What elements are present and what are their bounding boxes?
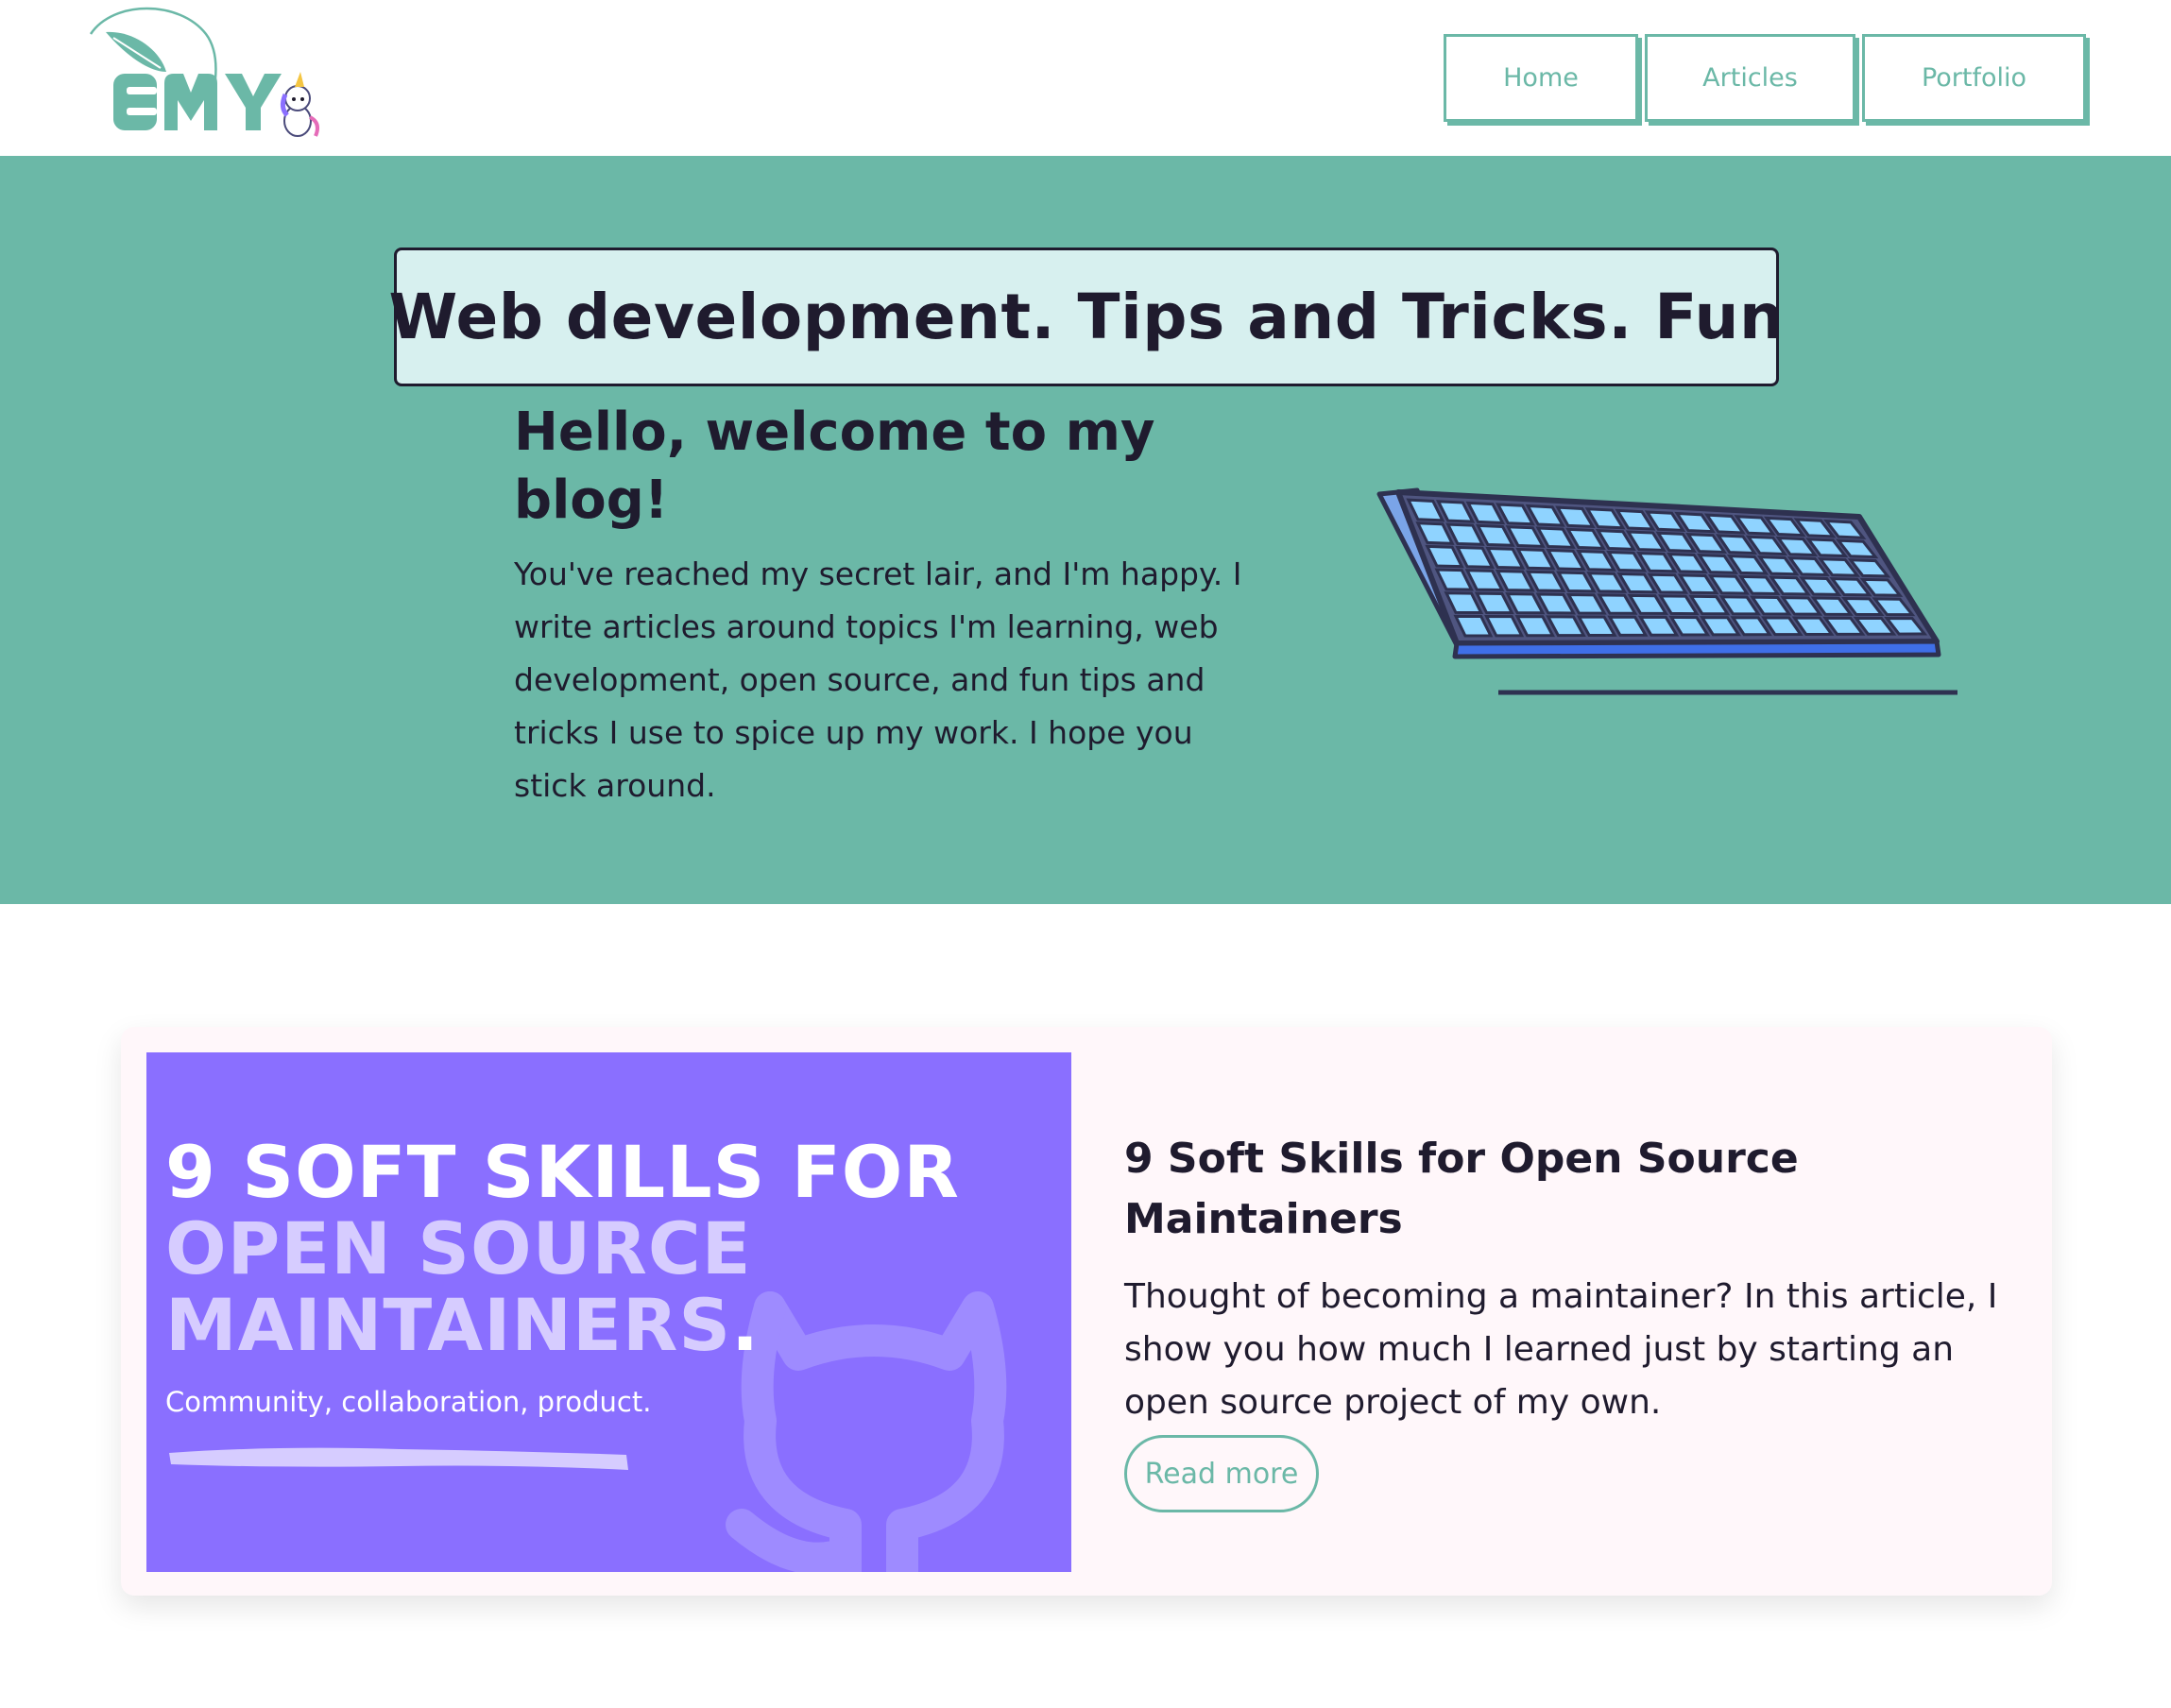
read-more-button[interactable]: Read more bbox=[1124, 1435, 1319, 1512]
keyboard-illustration bbox=[1376, 487, 1957, 695]
cover-headline-line-3: MAINTAINERS. bbox=[165, 1288, 760, 1363]
tagline: Web development. Tips and Tricks. Fun bbox=[388, 281, 1785, 353]
cover-headline-line-1: 9 SOFT SKILLS FOR bbox=[165, 1130, 960, 1214]
hero-intro: You've reached my secret lair, and I'm h… bbox=[514, 555, 1242, 804]
brush-stroke-decoration bbox=[169, 1447, 628, 1470]
cover-headline-line-2: OPEN SOURCE bbox=[165, 1206, 752, 1290]
article-excerpt: Thought of becoming a maintainer? In thi… bbox=[1124, 1277, 1998, 1422]
article-title[interactable]: 9 Soft Skills for Open Source Maintainer… bbox=[1124, 1129, 1974, 1250]
hero-title: Hello, welcome to my blog! bbox=[514, 401, 1155, 531]
cover-subtitle: Community, collaboration, product. bbox=[165, 1386, 652, 1418]
nav-portfolio-button[interactable]: Portfolio bbox=[1862, 34, 2086, 122]
nav-home-button[interactable]: Home bbox=[1444, 34, 1638, 122]
nav-articles-button[interactable]: Articles bbox=[1645, 34, 1855, 122]
tagline-box: Web development. Tips and Tricks. Fun bbox=[389, 248, 1784, 386]
article-card: 9 SOFT SKILLS FOR OPEN SOURCE MAINTAINER… bbox=[121, 1027, 2052, 1596]
emy-logo[interactable] bbox=[85, 6, 340, 147]
cover-headline-text: MAINTAINERS bbox=[165, 1283, 732, 1367]
site-header: Home Articles Portfolio bbox=[0, 0, 2171, 156]
unicorn-icon bbox=[280, 72, 319, 137]
cover-headline-period: . bbox=[731, 1283, 761, 1367]
main-nav: Home Articles Portfolio bbox=[1444, 34, 2086, 122]
github-octocat-icon bbox=[726, 1291, 1007, 1572]
hero-section: Web development. Tips and Tricks. Fun He… bbox=[0, 156, 2171, 904]
article-cover-image[interactable]: 9 SOFT SKILLS FOR OPEN SOURCE MAINTAINER… bbox=[146, 1052, 1071, 1572]
